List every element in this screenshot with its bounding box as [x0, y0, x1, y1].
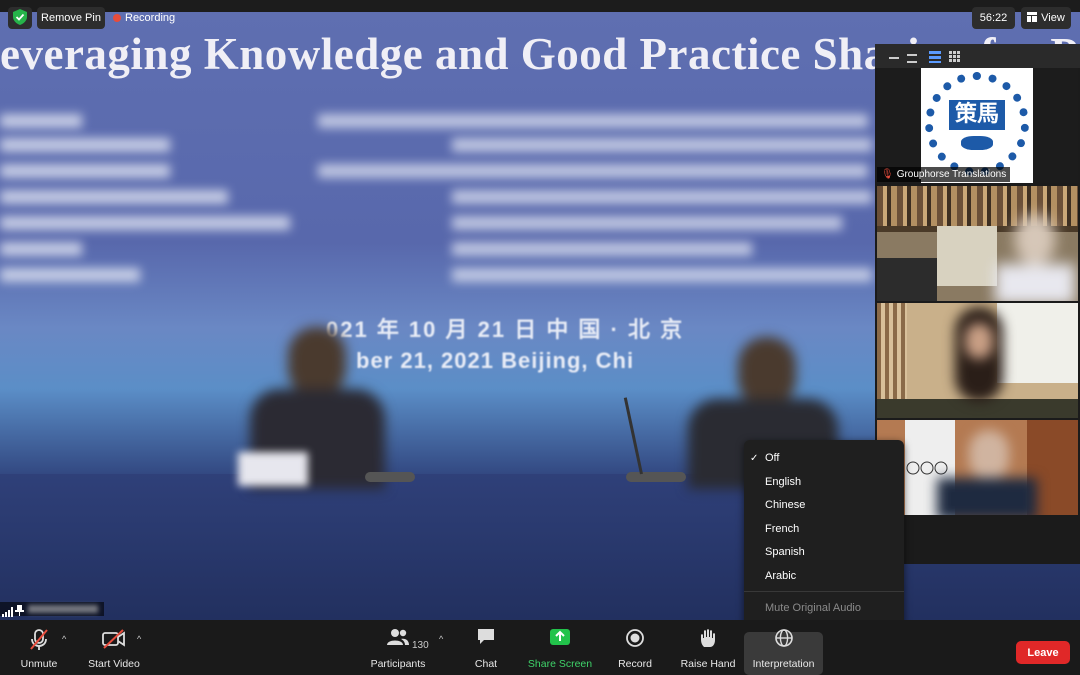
participants-button[interactable]: 130 Participants — [366, 620, 430, 675]
view-button[interactable]: View — [1021, 7, 1071, 29]
muted-mic-icon — [28, 628, 50, 655]
interpretation-menu: ✓ Off English Chinese French Spanish Ara… — [744, 440, 904, 626]
raise-hand-label: Raise Hand — [680, 658, 736, 670]
participant-name-label: 🎙 Grouphorse Translations — [877, 167, 1011, 182]
timer-text: 56:22 — [979, 12, 1008, 24]
microphone-stem-icon — [623, 397, 643, 475]
menu-item-spanish[interactable]: Spanish — [765, 546, 805, 558]
speaker-strip-icon[interactable] — [929, 50, 941, 63]
menu-item-mute-original-audio: Mute Original Audio — [765, 602, 861, 614]
record-icon — [625, 628, 645, 651]
interpretation-label: Interpretation — [752, 658, 815, 670]
recording-indicator[interactable]: Recording — [113, 10, 175, 26]
record-label: Record — [618, 658, 652, 670]
share-screen-icon — [549, 628, 571, 649]
remove-pin-button[interactable]: Remove Pin — [37, 7, 105, 29]
grid-view-icon — [1027, 11, 1038, 25]
remove-pin-label: Remove Pin — [41, 12, 101, 24]
checkmark-icon: ✓ — [750, 453, 759, 464]
recording-dot-icon — [113, 14, 121, 22]
view-label: View — [1041, 12, 1065, 24]
microphone-left — [365, 472, 415, 482]
nameplate — [238, 452, 308, 486]
video-off-icon — [101, 628, 127, 653]
menu-divider — [744, 591, 904, 592]
audio-options-caret-icon[interactable]: ^ — [62, 634, 66, 644]
chat-bubble-icon — [476, 628, 496, 649]
globe-icon — [774, 628, 794, 651]
shield-check-icon — [13, 8, 27, 28]
gallery-grid-icon[interactable] — [949, 50, 961, 68]
share-screen-label: Share Screen — [527, 658, 593, 670]
share-screen-button[interactable]: Share Screen — [526, 620, 594, 675]
chat-button[interactable]: Chat — [466, 620, 506, 675]
security-shield-badge[interactable] — [8, 7, 32, 29]
event-date-en: ber 21, 2021 Beijing, Chi — [356, 348, 635, 373]
menu-item-chinese[interactable]: Chinese — [765, 499, 805, 511]
collapse-icon[interactable] — [907, 54, 917, 63]
microphone-right — [626, 472, 686, 482]
unmute-label: Unmute — [20, 658, 58, 670]
logo-glyphs: 策馬 — [949, 100, 1005, 130]
raise-hand-icon — [699, 628, 717, 651]
video-options-caret-icon[interactable]: ^ — [137, 634, 141, 644]
participant-thumbnail-3[interactable] — [877, 303, 1078, 418]
menu-item-off[interactable]: Off — [765, 452, 779, 464]
signal-bars-icon — [2, 604, 14, 620]
participants-icon — [386, 628, 410, 649]
banner-title: everaging Knowledge and Good Practice Sh… — [0, 29, 1080, 79]
leave-button[interactable]: Leave — [1016, 641, 1070, 664]
menu-item-arabic[interactable]: Arabic — [765, 570, 796, 582]
unmute-button[interactable]: Unmute — [14, 620, 64, 675]
start-video-button[interactable]: Start Video — [84, 620, 144, 675]
speaker-name-tag — [0, 602, 104, 617]
minimize-icon[interactable] — [889, 57, 899, 59]
interpretation-button[interactable]: Interpretation — [746, 620, 821, 675]
participant-count: 130 — [412, 640, 429, 651]
participants-label: Participants — [370, 658, 426, 670]
meeting-timer: 56:22 — [972, 7, 1015, 29]
participant-thumbnail-4[interactable] — [877, 420, 1078, 515]
muted-mic-icon: 🎙 — [881, 169, 894, 180]
participant-thumbnail-grouphorse[interactable]: 策馬 🎙 Grouphorse Translations — [877, 68, 1078, 183]
thumbnail-panel-header — [875, 44, 1080, 68]
recording-label: Recording — [125, 12, 176, 24]
record-button[interactable]: Record — [614, 620, 656, 675]
menu-item-french[interactable]: French — [765, 523, 799, 535]
participant-thumbnail-2[interactable] — [877, 186, 1078, 301]
grouphorse-logo: 策馬 — [921, 68, 1033, 183]
participants-caret-icon[interactable]: ^ — [439, 634, 443, 644]
menu-item-english[interactable]: English — [765, 476, 801, 488]
raise-hand-button[interactable]: Raise Hand — [678, 620, 738, 675]
chat-label: Chat — [474, 658, 498, 670]
start-video-label: Start Video — [88, 658, 140, 670]
pin-icon — [15, 603, 24, 620]
